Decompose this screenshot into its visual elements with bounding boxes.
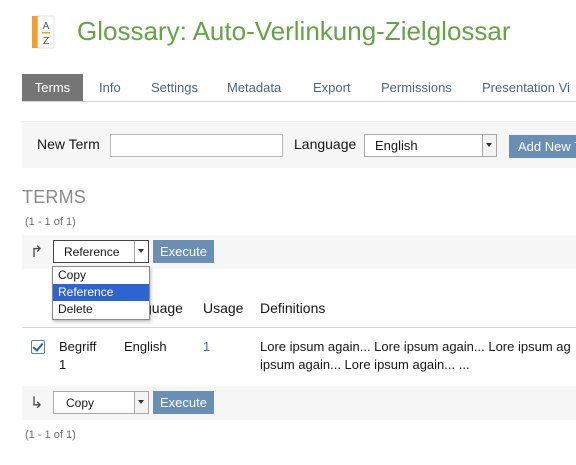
row-checkbox[interactable] <box>31 340 45 354</box>
top-action-bar: ↱ Reference Execute <box>22 235 576 269</box>
svg-text:A: A <box>43 21 50 32</box>
top-action-select-value: Reference <box>64 245 120 259</box>
new-term-input[interactable] <box>110 134 283 157</box>
glossary-az-icon: A Z <box>32 15 55 49</box>
definitions-cell: Lore ipsum again... Lore ipsum again... … <box>260 338 576 374</box>
new-term-toolbar: New Term Language English Add New T <box>22 121 576 168</box>
add-new-term-button[interactable]: Add New T <box>509 135 576 158</box>
usage-link[interactable]: 1 <box>203 338 210 356</box>
pagination-count-bottom: (1 - 1 of 1) <box>25 429 76 441</box>
chevron-down-icon <box>134 392 148 413</box>
tab-export[interactable]: Export <box>313 74 351 101</box>
bottom-action-select-value: Copy <box>66 396 95 410</box>
tab-settings[interactable]: Settings <box>151 74 198 101</box>
bottom-action-select[interactable]: Copy <box>53 391 149 414</box>
definition-line-1: Lore ipsum again... Lore ipsum again... … <box>260 339 571 354</box>
terms-heading: TERMS <box>22 187 86 207</box>
page-title: Glossary: Auto-Verlinkung-Zielglossar <box>77 16 511 46</box>
tab-terms[interactable]: Terms <box>22 74 83 101</box>
svg-text:Z: Z <box>43 36 49 47</box>
pagination-count-top: (1 - 1 of 1) <box>25 216 76 228</box>
term-cell[interactable]: Begriff 1 <box>59 338 96 374</box>
new-term-label: New Term <box>37 136 100 152</box>
language-select-value: English <box>375 138 418 153</box>
language-select[interactable]: English <box>364 134 497 157</box>
chevron-down-icon <box>482 135 496 156</box>
tab-bar: Terms Info Settings Metadata Export Perm… <box>22 74 576 102</box>
arrow-turn-down-icon: ↳ <box>30 395 44 412</box>
menu-option-reference[interactable]: Reference <box>53 284 149 301</box>
tab-presentation-view[interactable]: Presentation Vi <box>482 74 570 101</box>
term-line-1: Begriff <box>59 339 97 354</box>
language-label: Language <box>294 136 357 152</box>
tab-info[interactable]: Info <box>99 74 121 101</box>
column-header-definitions: Definitions <box>260 300 326 316</box>
tab-metadata[interactable]: Metadata <box>227 74 281 101</box>
table-header-divider <box>22 327 576 328</box>
term-line-2: 1 <box>59 357 67 372</box>
action-dropdown-menu: Copy Reference Delete <box>52 266 150 320</box>
column-header-usage: Usage <box>203 300 244 316</box>
top-action-select[interactable]: Reference <box>53 240 149 263</box>
bottom-action-bar: ↳ Copy Execute <box>22 386 576 420</box>
execute-button-bottom[interactable]: Execute <box>153 391 214 414</box>
language-cell: English <box>124 339 167 354</box>
tab-permissions[interactable]: Permissions <box>381 74 452 101</box>
menu-option-delete[interactable]: Delete <box>53 301 149 318</box>
arrow-turn-up-icon: ↱ <box>30 244 44 261</box>
chevron-down-icon <box>134 241 148 262</box>
menu-option-copy[interactable]: Copy <box>53 267 149 284</box>
definition-line-2: ipsum again... Lore ipsum again... ... <box>260 357 470 372</box>
execute-button-top[interactable]: Execute <box>153 240 214 263</box>
